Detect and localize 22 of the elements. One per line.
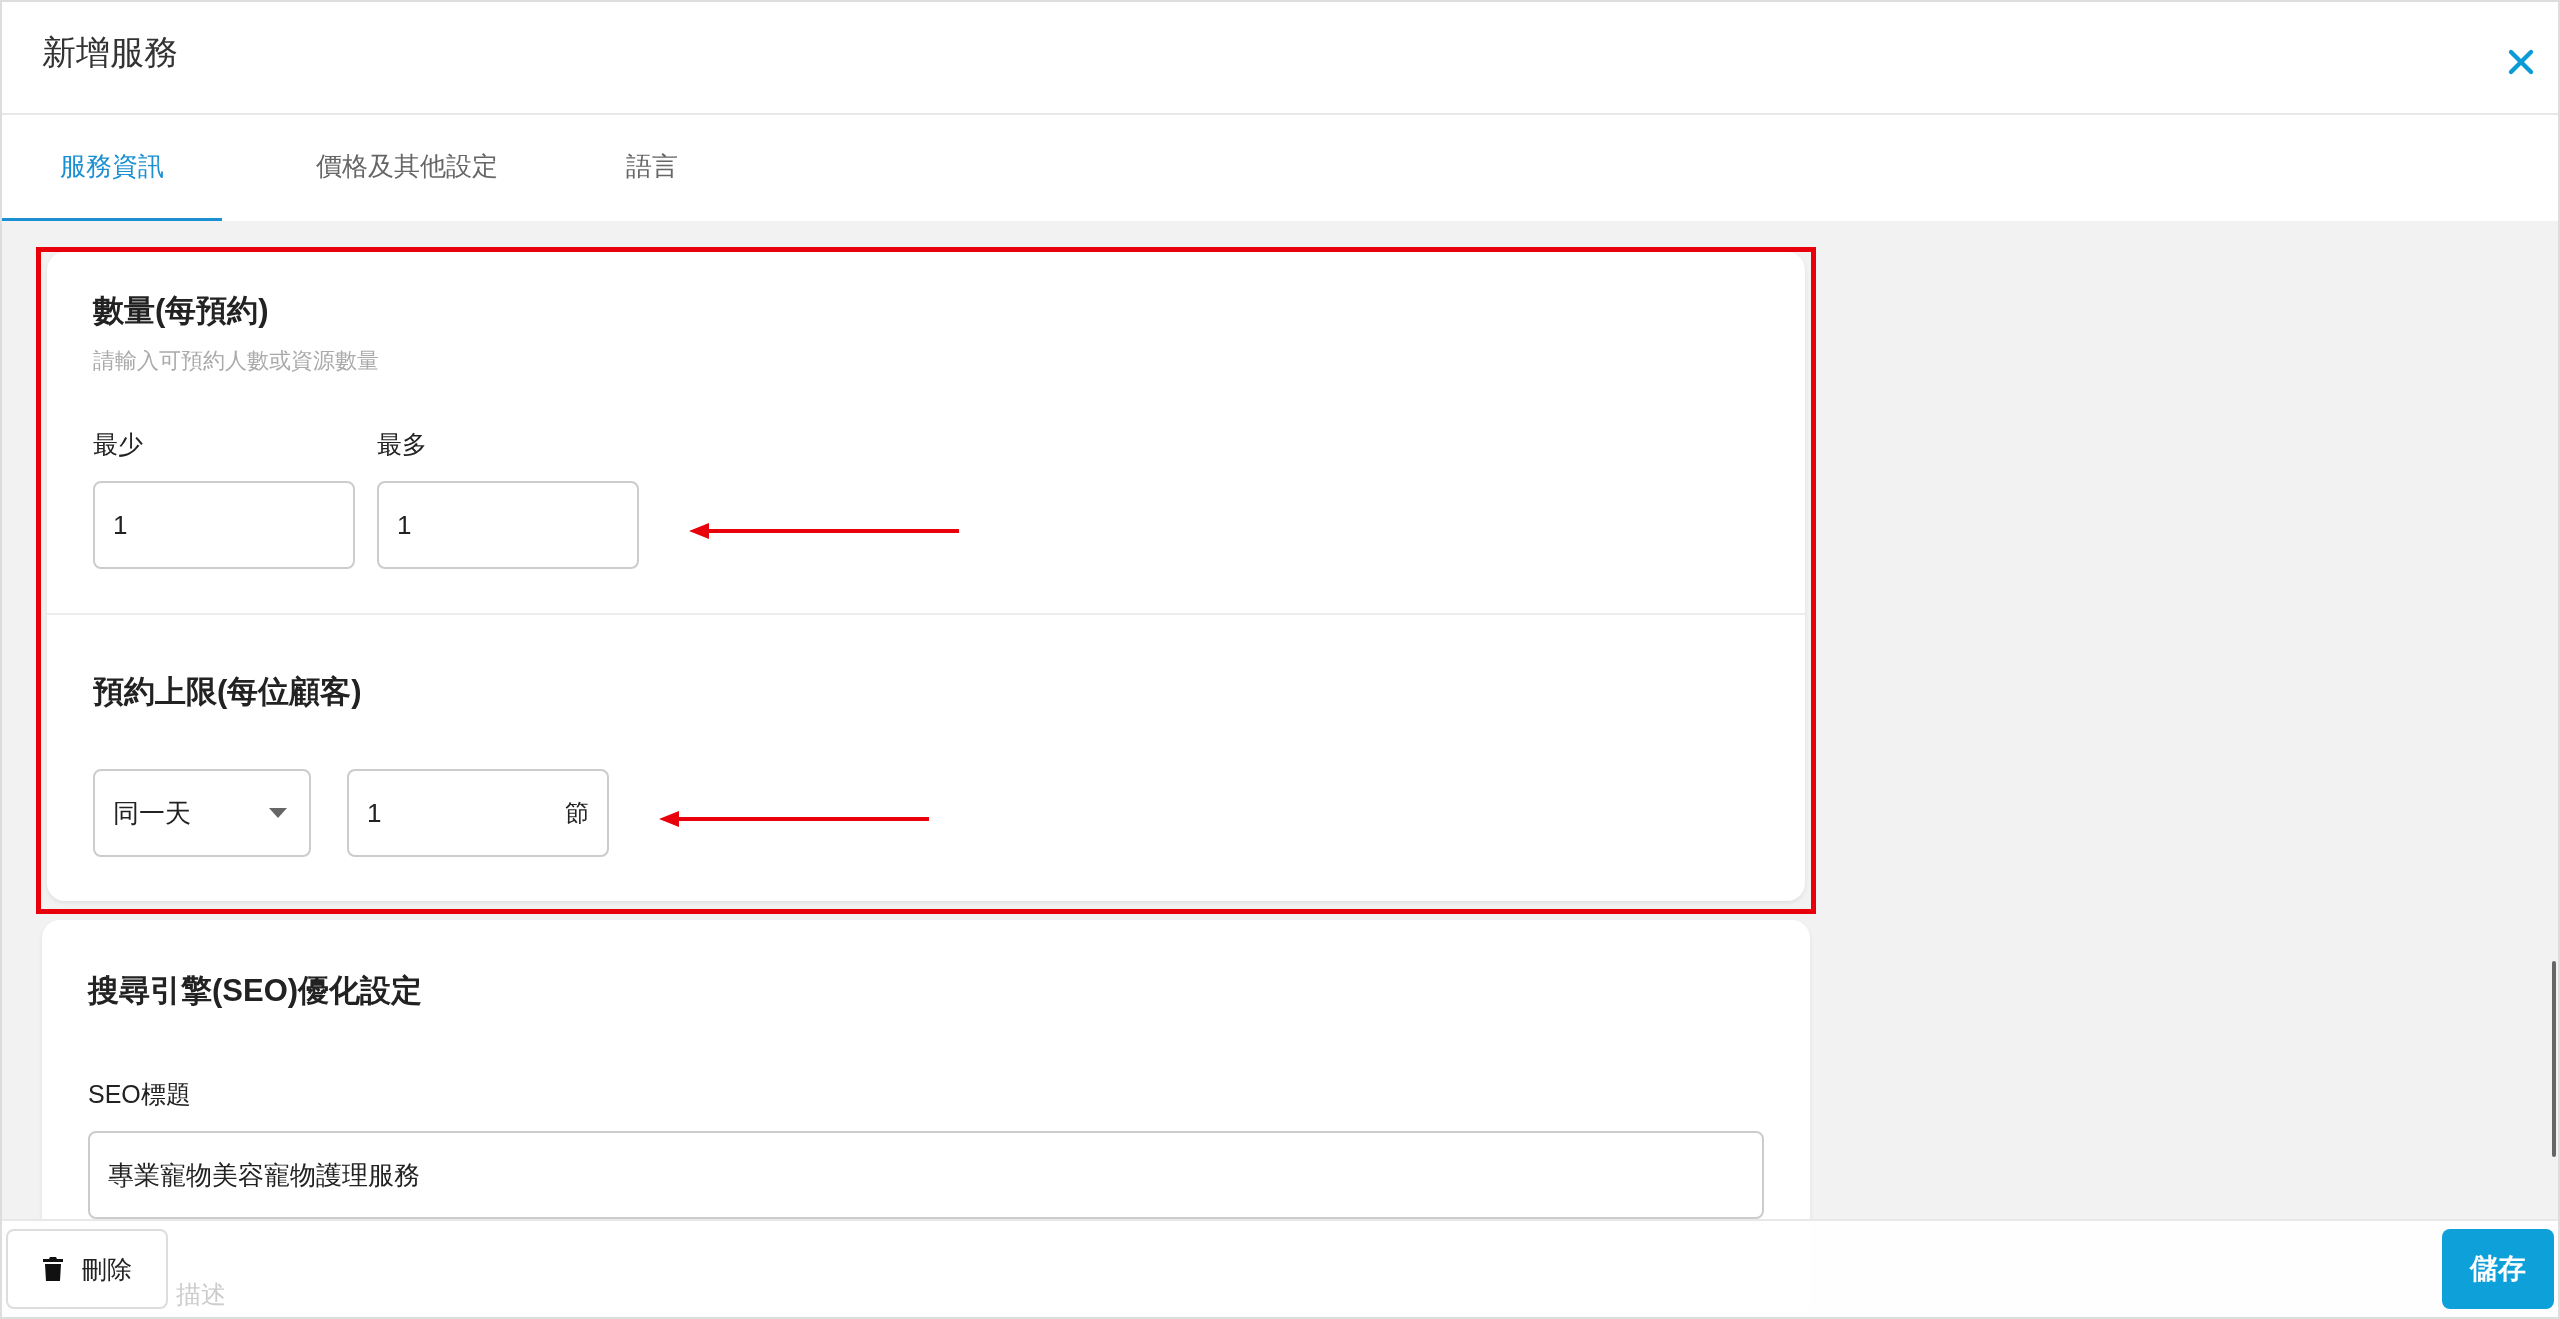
unit-label: 節 bbox=[565, 798, 589, 828]
delete-button[interactable]: 刪除 bbox=[6, 1229, 168, 1309]
select-field[interactable]: 同一天 bbox=[93, 769, 311, 857]
select-value: 同一天 bbox=[113, 796, 191, 830]
input-field[interactable]: 1 bbox=[93, 481, 355, 569]
dialog-title: 新增服務 bbox=[42, 31, 178, 73]
caret-icon bbox=[269, 808, 287, 818]
field-label: SEO標題 bbox=[88, 1079, 192, 1110]
tab[interactable]: 價格及其他設定 bbox=[272, 115, 542, 221]
field-label: 最少 bbox=[93, 429, 144, 460]
input-field[interactable]: 1 節 bbox=[347, 769, 609, 857]
scrollbar-thumb[interactable] bbox=[2552, 961, 2556, 1157]
section-title: 搜尋引擎(SEO)優化設定 bbox=[88, 973, 423, 1008]
input-field[interactable]: 專業寵物美容寵物護理服務 bbox=[88, 1131, 1764, 1219]
tab[interactable]: 服務資訊 bbox=[2, 115, 222, 221]
section-hint: 請輸入可預約人數或資源數量 bbox=[93, 347, 380, 375]
input-field[interactable]: 1 bbox=[377, 481, 639, 569]
tab[interactable]: 語言 bbox=[592, 115, 712, 221]
section-title: 數量(每預約) bbox=[93, 292, 270, 330]
section-title: 預約上限(每位顧客) bbox=[93, 673, 363, 711]
trash-icon bbox=[42, 1256, 64, 1282]
field-label: 最多 bbox=[377, 429, 428, 460]
